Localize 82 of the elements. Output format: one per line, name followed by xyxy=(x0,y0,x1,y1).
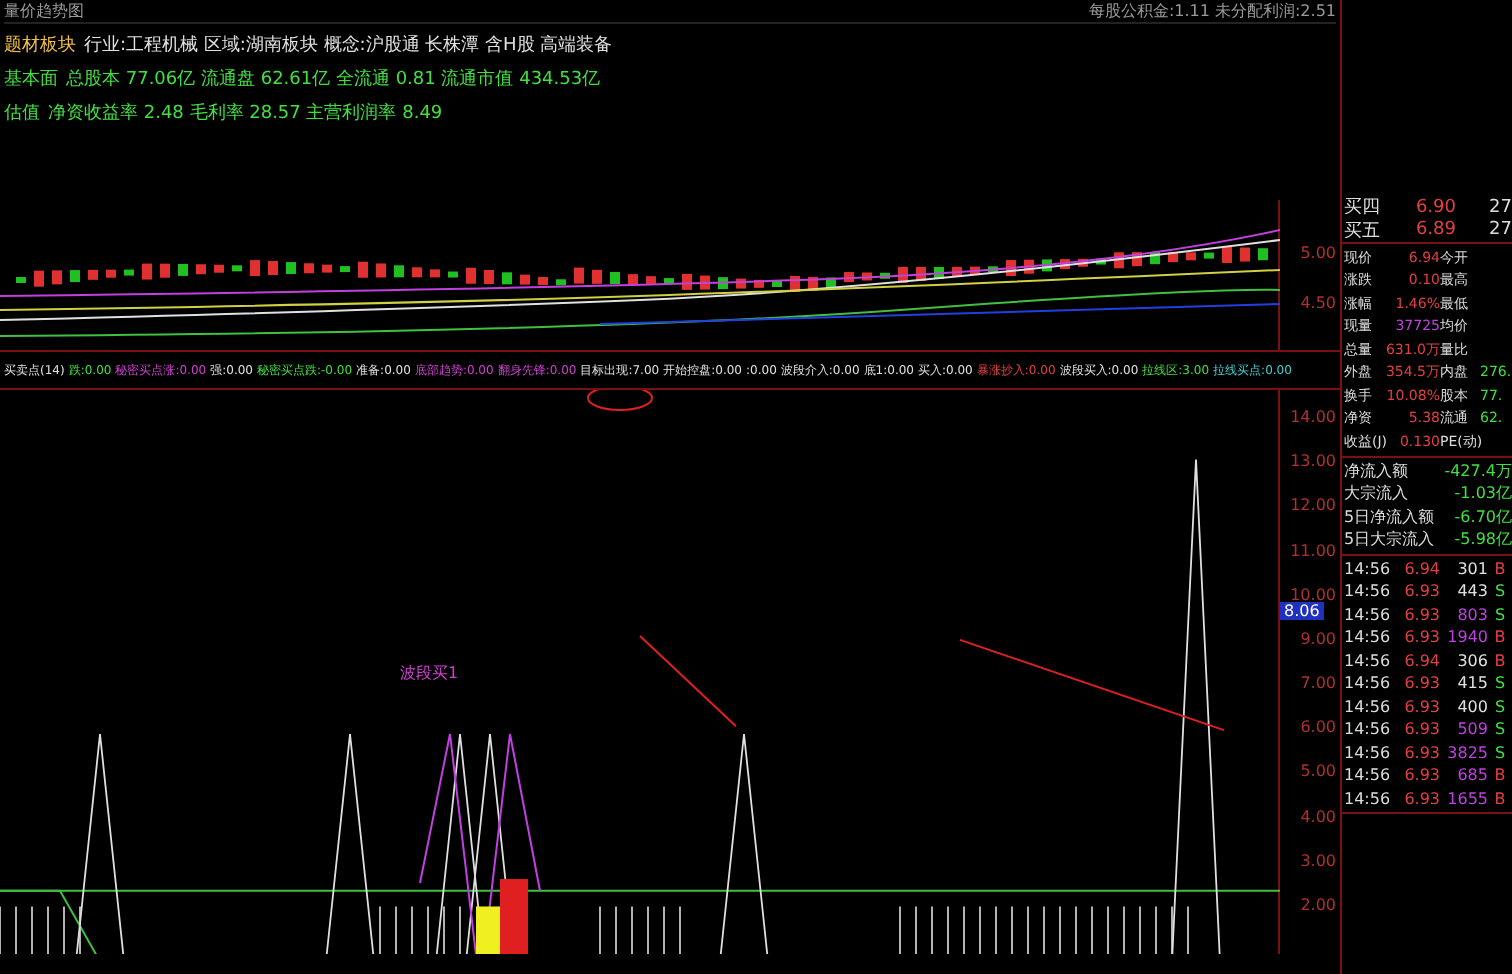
axis-label: 3.00 xyxy=(1298,853,1336,870)
chart-annotation: 波段买1 xyxy=(400,662,459,684)
tick-volume: 3825 xyxy=(1445,743,1488,762)
tick-time: 14:56 xyxy=(1344,582,1392,601)
tick-volume: 400 xyxy=(1455,697,1488,716)
axis-label: 4.50 xyxy=(1298,296,1336,313)
tick-time: 14:56 xyxy=(1344,743,1392,762)
info-text: 行业:工程机械 区域:湖南板块 概念:沪股通 长株潭 含H股 高端装备 xyxy=(84,33,613,58)
flow-value: -6.70亿 xyxy=(1454,505,1512,528)
order-price: 6.90 xyxy=(1413,197,1456,217)
axis-label: 14.00 xyxy=(1288,410,1336,426)
axis-label: 12.00 xyxy=(1288,498,1336,515)
tick-price: 6.93 xyxy=(1402,743,1440,762)
flow-label: 5日净流入额 xyxy=(1344,505,1437,528)
order-price: 6.89 xyxy=(1413,220,1456,240)
tick-side: S xyxy=(1492,743,1508,762)
tick-time: 14:56 xyxy=(1344,789,1392,808)
tick-volume: 415 xyxy=(1455,674,1488,693)
tick-side: B xyxy=(1492,766,1508,785)
tick-volume: 306 xyxy=(1455,651,1488,670)
tick-side: S xyxy=(1492,605,1508,624)
tick-price: 6.93 xyxy=(1402,697,1440,716)
info-label: 基本面 xyxy=(4,67,58,92)
tick-time: 14:56 xyxy=(1344,697,1392,716)
axis-label: 9.00 xyxy=(1298,631,1336,648)
axis-label: 4.00 xyxy=(1298,809,1336,826)
info-label: 题材板块 xyxy=(4,33,76,58)
tick-time: 14:56 xyxy=(1344,628,1392,647)
axis-label: 2.00 xyxy=(1298,897,1336,914)
tick-side: B xyxy=(1492,628,1508,647)
axis-label: 5.00 xyxy=(1298,764,1336,781)
tick-price: 6.93 xyxy=(1402,789,1440,808)
order-volume: 27 xyxy=(1487,197,1512,217)
flow-label: 5日大宗流入 xyxy=(1344,528,1437,551)
tick-side: S xyxy=(1492,697,1508,716)
tick-side: S xyxy=(1492,582,1508,601)
axis-label: 13.00 xyxy=(1288,454,1336,471)
finance-summary: 每股公积金:1.11 未分配利润:2.51 xyxy=(1088,0,1336,22)
tick-side: B xyxy=(1492,559,1508,578)
order-label: 买五 xyxy=(1344,219,1382,243)
cursor-value: 8.06 xyxy=(1280,602,1324,620)
info-text: 总股本 77.06亿 流通盘 62.61亿 全流通 0.81 流通市值 434.53亿 xyxy=(66,67,601,92)
tick-volume: 1940 xyxy=(1445,628,1488,647)
axis-label: 7.00 xyxy=(1298,676,1336,693)
tick-time: 14:56 xyxy=(1344,651,1392,670)
tick-time: 14:56 xyxy=(1344,720,1392,739)
axis-label: 5.00 xyxy=(1298,245,1336,262)
flow-value: -5.98亿 xyxy=(1454,528,1512,551)
axis-label: 10.00 xyxy=(1288,587,1336,604)
tick-price: 6.93 xyxy=(1402,674,1440,693)
axis-label: 11.00 xyxy=(1288,543,1336,560)
tick-side: B xyxy=(1492,651,1508,670)
tick-price: 6.93 xyxy=(1402,582,1440,601)
tick-side: S xyxy=(1492,720,1508,739)
tick-price: 6.93 xyxy=(1402,628,1440,647)
order-label: 买四 xyxy=(1344,196,1382,220)
tick-time: 14:56 xyxy=(1344,605,1392,624)
order-volume: 27 xyxy=(1487,220,1512,240)
tick-price: 6.94 xyxy=(1402,559,1440,578)
info-text: 净资收益率 2.48 毛利率 28.57 主营利润率 8.49 xyxy=(48,101,443,126)
tick-volume: 1655 xyxy=(1445,789,1488,808)
axis-label: 6.00 xyxy=(1298,720,1336,737)
info-label: 估值 xyxy=(4,102,40,126)
tick-time: 14:56 xyxy=(1344,559,1392,578)
tick-time: 14:56 xyxy=(1344,674,1392,693)
tick-price: 6.93 xyxy=(1402,605,1440,624)
tick-volume: 509 xyxy=(1455,720,1488,739)
flow-value: -427.4万 xyxy=(1444,459,1512,482)
tick-side: S xyxy=(1492,674,1508,693)
chart-title: 量价趋势图 xyxy=(4,0,84,22)
tick-side: B xyxy=(1492,789,1508,808)
flow-label: 大宗流入 xyxy=(1344,482,1410,505)
tick-price: 6.93 xyxy=(1402,766,1440,785)
tick-price: 6.94 xyxy=(1402,651,1440,670)
tick-volume: 301 xyxy=(1455,559,1488,578)
tick-time: 14:56 xyxy=(1344,766,1392,785)
tick-volume: 443 xyxy=(1455,582,1488,601)
tick-volume: 685 xyxy=(1455,766,1488,785)
tick-volume: 803 xyxy=(1455,605,1488,624)
flow-label: 净流入额 xyxy=(1344,459,1410,482)
tick-price: 6.93 xyxy=(1402,720,1440,739)
flow-value: -1.03亿 xyxy=(1454,482,1512,505)
